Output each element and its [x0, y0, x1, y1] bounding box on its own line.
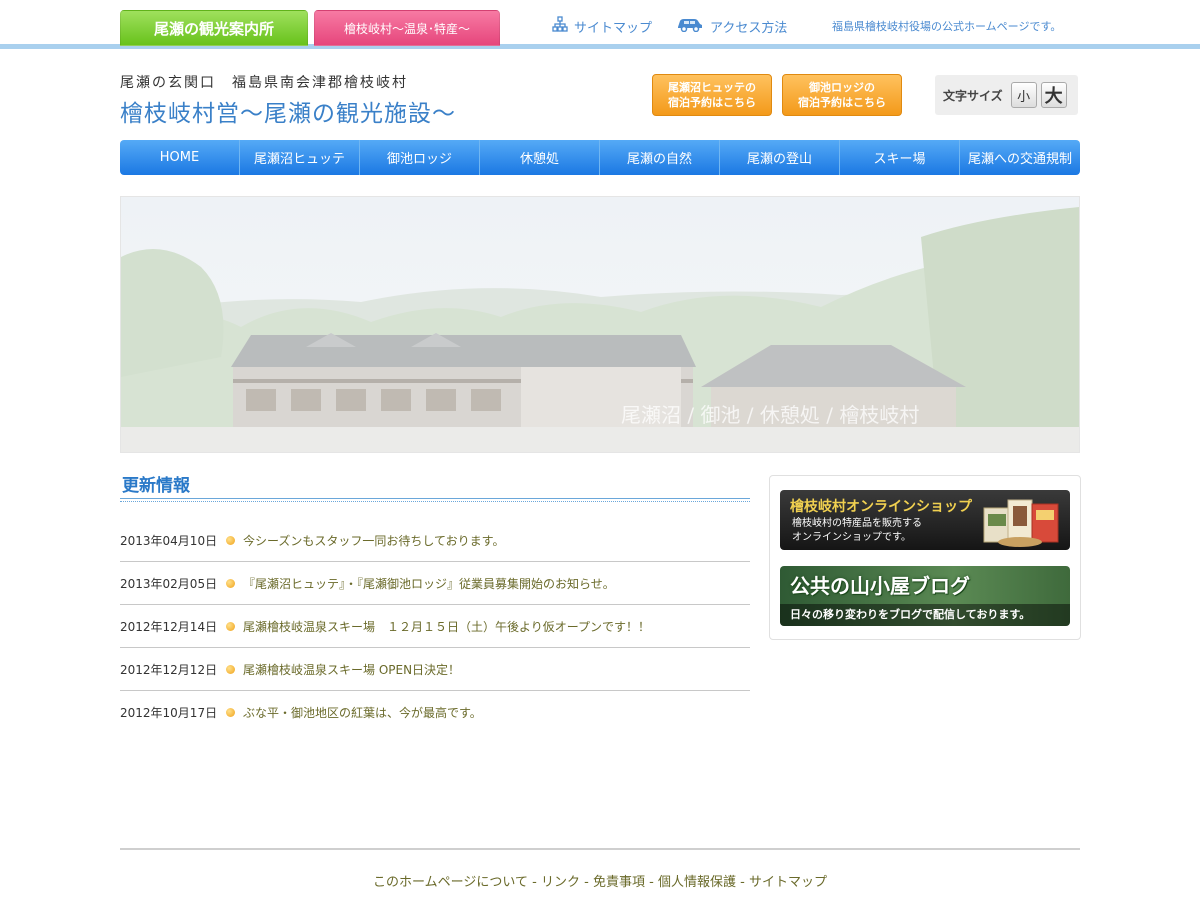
news-item[interactable]: 2013年02月05日 『尾瀬沼ヒュッテ』・『尾瀬御池ロッジ』従業員募集開始のお… [120, 562, 750, 605]
footer-separator: - [644, 875, 658, 890]
tab-tourist-info[interactable]: 尾瀬の観光案内所 [120, 10, 308, 46]
nav-rest-house[interactable]: 休憩処 [480, 140, 600, 175]
news-link[interactable]: 尾瀬檜枝岐温泉スキー場 １２月１５日（土）午後より仮オープンです！！ [243, 618, 650, 635]
hero-image: 尾瀬沼 / 御池 / 休憩処 / 檜枝岐村 [120, 196, 1080, 453]
nav-nature[interactable]: 尾瀬の自然 [600, 140, 720, 175]
news-list: 2013年04月10日 今シーズンもスタッフ一同お待ちしております。 2013年… [120, 519, 750, 734]
shop-banner-desc: 檜枝岐村の特産品を販売する オンラインショップです。 [792, 517, 972, 545]
sidebar: 檜枝岐村オンラインショップ 檜枝岐村の特産品を販売する オンラインショップです。… [769, 475, 1081, 640]
shop-desc-line2: オンラインショップです。 [792, 532, 911, 543]
bullet-icon [226, 535, 235, 545]
shop-banner-title: 檜枝岐村オンラインショップ [790, 499, 972, 515]
blog-banner[interactable]: 公共の山小屋ブログ 日々の移り変わりをブログで配信しております。 [780, 566, 1070, 626]
news-item[interactable]: 2012年10月17日 ぶな平・御池地区の紅葉は、今が最高です。 [120, 691, 750, 734]
news-item[interactable]: 2012年12月14日 尾瀬檜枝岐温泉スキー場 １２月１５日（土）午後より仮オー… [120, 605, 750, 648]
news-link[interactable]: 尾瀬檜枝岐温泉スキー場 OPEN日決定！ [243, 661, 460, 678]
blog-banner-desc: 日々の移り変わりをブログで配信しております。 [780, 604, 1070, 626]
font-size-control: 文字サイズ 小 大 [935, 75, 1078, 115]
footer-divider [120, 848, 1080, 850]
lodge-booking-button[interactable]: 御池ロッジの 宿泊予約はこちら [782, 74, 902, 116]
news-date: 2012年12月14日 [120, 619, 218, 634]
news-date: 2013年04月10日 [120, 533, 218, 548]
access-link[interactable]: アクセス方法 [676, 16, 787, 36]
sitemap-link[interactable]: サイトマップ [552, 16, 652, 36]
bullet-icon [226, 708, 235, 717]
news-heading: 更新情報 [122, 476, 190, 496]
footer-link-disclaimer[interactable]: 免責事項 [593, 875, 645, 890]
news-link[interactable]: 『尾瀬沼ヒュッテ』・『尾瀬御池ロッジ』従業員募集開始のお知らせ。 [243, 575, 615, 592]
nav-traffic[interactable]: 尾瀬への交通規制 [960, 140, 1080, 175]
hutte-booking-line1: 尾瀬沼ヒュッテの [668, 81, 756, 94]
lodge-booking-line1: 御池ロッジの [809, 81, 875, 94]
blog-banner-title: 公共の山小屋ブログ [790, 574, 970, 598]
footer-link-links[interactable]: リンク [541, 875, 580, 890]
font-size-label: 文字サイズ [943, 88, 1003, 103]
news-date: 2013年02月05日 [120, 576, 218, 591]
tab-village-onsen[interactable]: 檜枝岐村～温泉･特産～ [314, 10, 500, 46]
site-subtitle: 尾瀬の玄関口 福島県南会津郡檜枝岐村 [120, 75, 408, 91]
footer-separator: - [735, 875, 749, 890]
sitemap-icon [552, 16, 568, 36]
online-shop-banner[interactable]: 檜枝岐村オンラインショップ 檜枝岐村の特産品を販売する オンラインショップです。 [780, 490, 1070, 550]
footer-link-privacy[interactable]: 個人情報保護 [658, 875, 736, 890]
site-title[interactable]: 檜枝岐村営～尾瀬の観光施設～ [120, 94, 456, 128]
shop-desc-line1: 檜枝岐村の特産品を販売する [792, 518, 922, 529]
lodge-booking-line2: 宿泊予約はこちら [798, 96, 886, 109]
nav-climbing[interactable]: 尾瀬の登山 [720, 140, 840, 175]
footer-separator: - [528, 875, 541, 890]
main-nav: HOME 尾瀬沼ヒュッテ 御池ロッジ 休憩処 尾瀬の自然 尾瀬の登山 スキー場 … [120, 140, 1080, 175]
nav-ozenuma-hutte[interactable]: 尾瀬沼ヒュッテ [240, 140, 360, 175]
top-tabs: 尾瀬の観光案内所 檜枝岐村～温泉･特産～ [120, 10, 500, 46]
footer-links: このホームページについて - リンク - 免責事項 - 個人情報保護 - サイト… [0, 871, 1200, 890]
news-link[interactable]: 今シーズンもスタッフ一同お待ちしております。 [243, 532, 504, 549]
footer-link-sitemap[interactable]: サイトマップ [749, 875, 827, 890]
hutte-booking-line2: 宿泊予約はこちら [668, 96, 756, 109]
sitemap-link-label: サイトマップ [574, 20, 653, 36]
car-icon [676, 16, 704, 36]
news-item[interactable]: 2012年12月12日 尾瀬檜枝岐温泉スキー場 OPEN日決定！ [120, 648, 750, 691]
bullet-icon [226, 621, 235, 631]
news-link[interactable]: ぶな平・御池地区の紅葉は、今が最高です。 [243, 704, 482, 721]
font-large-button[interactable]: 大 [1040, 82, 1067, 108]
news-divider [120, 498, 750, 502]
news-date: 2012年10月17日 [120, 706, 218, 720]
official-notice: 福島県檜枝岐村役場の公式ホームページです。 [832, 20, 1062, 33]
font-small-button[interactable]: 小 [1010, 82, 1037, 108]
products-image [983, 499, 1059, 547]
bullet-icon [226, 578, 235, 588]
news-item[interactable]: 2013年04月10日 今シーズンもスタッフ一同お待ちしております。 [120, 519, 750, 562]
hero-overlay-text: 尾瀬沼 / 御池 / 休憩処 / 檜枝岐村 [621, 403, 919, 427]
nav-miike-lodge[interactable]: 御池ロッジ [360, 140, 480, 175]
access-link-label: アクセス方法 [710, 20, 788, 36]
hutte-booking-button[interactable]: 尾瀬沼ヒュッテの 宿泊予約はこちら [652, 74, 772, 116]
bullet-icon [226, 664, 235, 674]
footer-link-about[interactable]: このホームページについて [373, 875, 528, 890]
nav-ski[interactable]: スキー場 [840, 140, 960, 175]
footer-separator: - [580, 875, 593, 890]
news-date: 2012年12月12日 [120, 662, 218, 677]
nav-home[interactable]: HOME [120, 140, 240, 175]
